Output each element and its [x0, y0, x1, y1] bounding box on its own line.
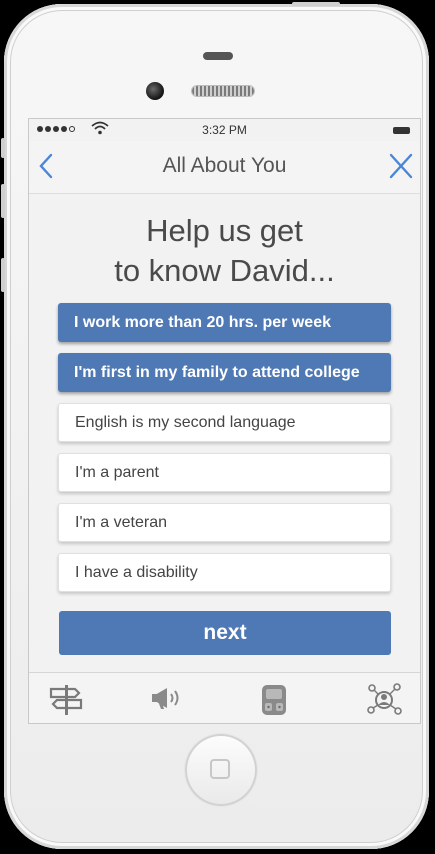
- tab-network[interactable]: [363, 679, 405, 717]
- heading-line-2: to know David...: [114, 253, 335, 288]
- next-button[interactable]: next: [59, 611, 391, 655]
- option-disability[interactable]: I have a disability: [58, 553, 391, 592]
- app-screen: 3:32 PM All About You Help us get to kno…: [28, 118, 421, 724]
- network-icon: [367, 683, 402, 715]
- option-second-language[interactable]: English is my second language: [58, 403, 391, 442]
- volume-up-button: [1, 184, 5, 218]
- option-parent[interactable]: I'm a parent: [58, 453, 391, 492]
- heading-line-1: Help us get: [146, 213, 303, 248]
- speaker-slot: [203, 52, 233, 60]
- earpiece-grille: [192, 86, 254, 96]
- option-veteran[interactable]: I'm a veteran: [58, 503, 391, 542]
- tab-backpack[interactable]: [253, 679, 295, 717]
- status-bar: 3:32 PM: [29, 119, 420, 141]
- signpost-icon: [49, 685, 83, 715]
- power-button: [292, 2, 340, 6]
- option-first-generation[interactable]: I'm first in my family to attend college: [58, 353, 391, 392]
- status-time: 3:32 PM: [202, 123, 247, 137]
- tab-megaphone[interactable]: [147, 679, 189, 717]
- battery-icon: [393, 127, 410, 134]
- close-button[interactable]: [386, 151, 416, 181]
- backpack-icon: [262, 685, 286, 715]
- home-square-icon: [210, 759, 230, 779]
- tab-bar: [29, 672, 420, 723]
- phone-frame: 3:32 PM All About You Help us get to kno…: [1, 2, 429, 849]
- close-icon: [389, 153, 413, 179]
- home-button[interactable]: [185, 734, 257, 806]
- page-title: All About You: [162, 154, 287, 177]
- volume-down-button: [1, 258, 5, 292]
- megaphone-icon: [152, 688, 179, 709]
- tab-signpost[interactable]: [45, 679, 87, 717]
- heading: Help us get to know David...: [29, 211, 420, 291]
- nav-bar: All About You: [29, 141, 420, 194]
- mute-switch: [1, 138, 5, 158]
- front-camera: [146, 82, 164, 100]
- option-work-hours[interactable]: I work more than 20 hrs. per week: [58, 303, 391, 342]
